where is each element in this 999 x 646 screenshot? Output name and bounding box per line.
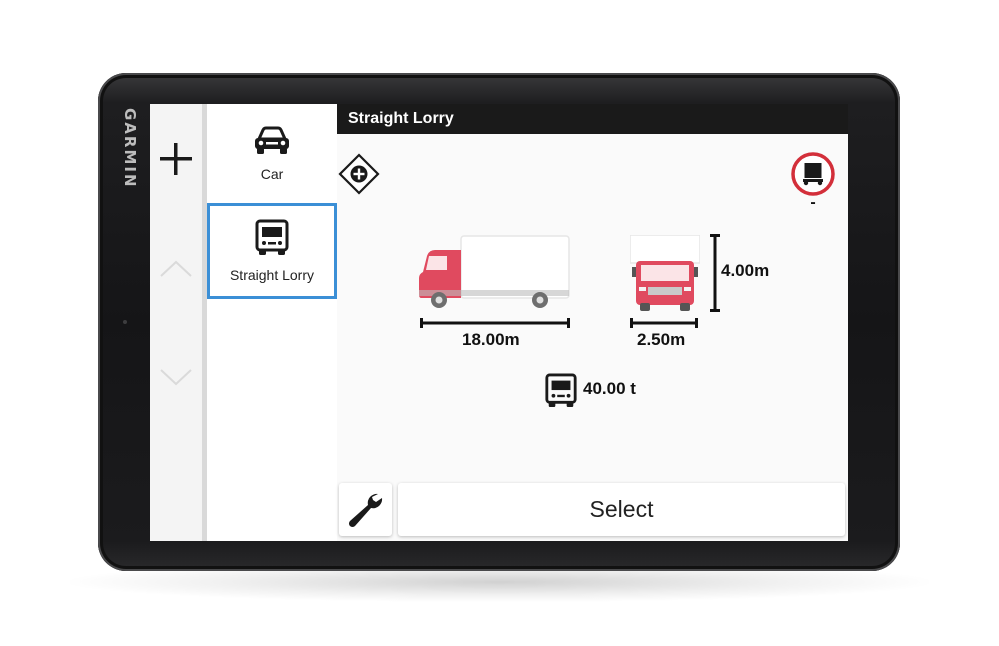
hazmat-plus-icon [338,153,380,195]
truck-side-view [419,235,570,308]
profile-label-straight-lorry: Straight Lorry [229,267,315,283]
light-sensor [123,320,127,324]
width-dimension-line [630,318,698,328]
length-dimension-line [420,318,570,328]
profile-item-straight-lorry[interactable]: Straight Lorry [207,203,337,299]
width-value: 2.50m [637,330,686,349]
brand-logo: GARMIN [121,108,139,189]
vehicle-profile-list: Car Straight Lorry [207,104,337,541]
wrench-icon [348,493,382,527]
page-title: Straight Lorry [337,104,848,134]
lorry-icon [255,219,289,255]
profile-item-car[interactable]: Car [207,106,337,202]
add-profile-button[interactable] [150,134,202,184]
scroll-down-button[interactable] [150,362,202,392]
settings-button[interactable] [339,483,392,536]
length-value: 18.00m [462,330,520,349]
select-button[interactable]: Select [398,483,845,536]
hazmat-button[interactable] [337,152,381,196]
scroll-up-button[interactable] [150,254,202,284]
no-trailer-sign-icon [791,152,835,196]
chevron-down-icon [160,369,192,386]
car-icon [255,126,289,154]
weight-lorry-icon [545,373,577,408]
plus-icon [160,143,192,175]
restriction-sign[interactable] [790,151,836,197]
weight-value: 40.00 t [583,379,636,398]
screen: Car Straight Lorry Straight Lorry - 18.0… [150,104,848,541]
profile-detail-panel: Straight Lorry - 18.00m 2.50m 4.00m 40.0… [337,104,848,541]
chevron-up-icon [160,260,192,277]
profile-label-car: Car [260,166,284,182]
restriction-value: - [810,194,816,211]
height-dimension-line [710,234,720,312]
left-rail [150,104,202,541]
truck-front-view [630,235,700,311]
height-value: 4.00m [721,261,770,280]
